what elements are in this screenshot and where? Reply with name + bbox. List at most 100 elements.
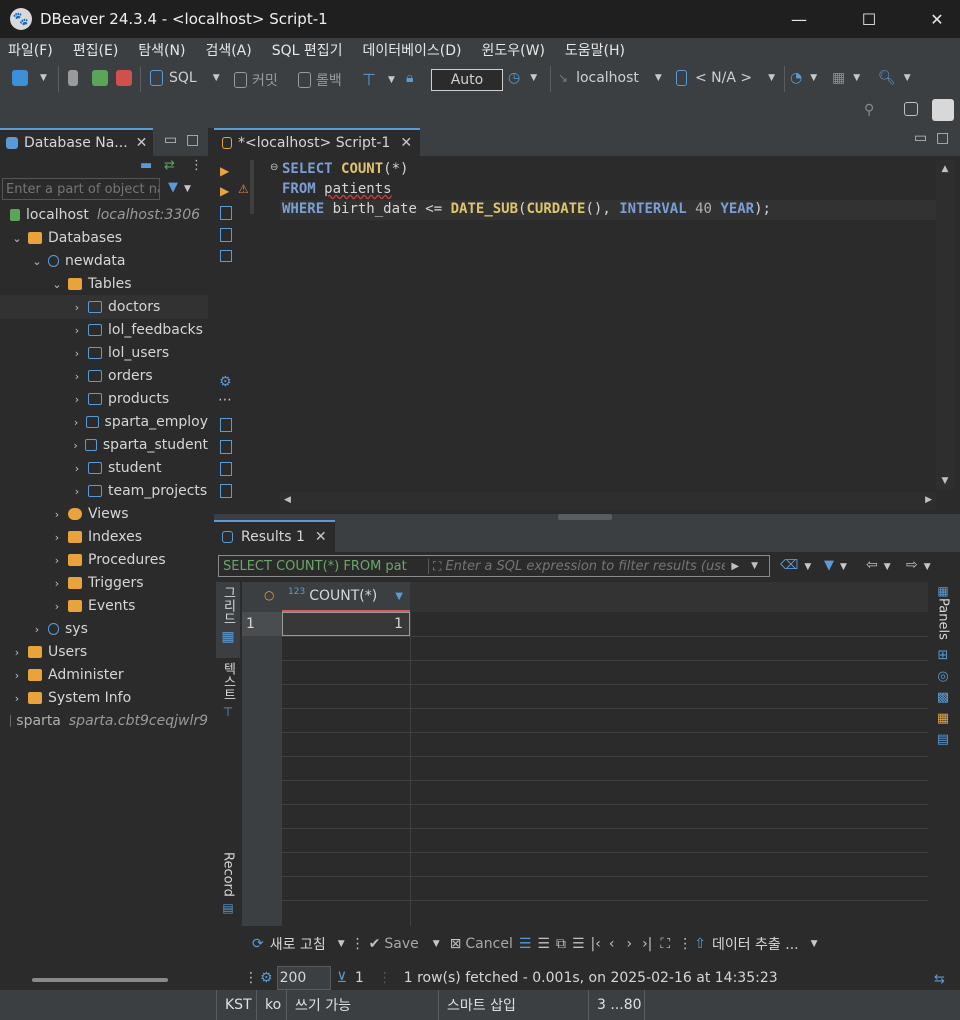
tree-node-administer[interactable]: › Administer <box>10 664 124 686</box>
import-icon[interactable] <box>220 440 232 454</box>
record-view-tab[interactable]: Record ▤ <box>216 852 240 924</box>
close-icon[interactable]: ✕ <box>400 135 412 151</box>
chevron-right-icon[interactable]: › <box>50 554 64 567</box>
history-button[interactable]: ◷ ▼ <box>508 70 537 86</box>
status-locale[interactable]: ko <box>256 990 286 1020</box>
export-data-button[interactable]: 데이터 추출 ... <box>712 934 799 954</box>
menu-search[interactable]: 검색(A) <box>205 40 251 60</box>
tree-node-sys[interactable]: › sys <box>30 618 88 640</box>
disconnect-all-button[interactable] <box>116 70 132 86</box>
collapse-all-icon[interactable]: ▬ <box>140 158 152 173</box>
view-menu-icon[interactable]: ⋮ <box>190 158 203 173</box>
navigator-tab[interactable]: Database Na... ✕ <box>0 128 154 156</box>
panels-toggle[interactable]: ▦ Panels <box>936 584 951 640</box>
chevron-down-icon[interactable]: ⌄ <box>10 232 24 245</box>
tree-node-table[interactable]: › lol_feedbacks <box>70 319 203 341</box>
terminal-icon[interactable] <box>220 250 232 262</box>
tree-node-localhost[interactable]: localhost localhost:3306 <box>8 204 200 226</box>
chevron-right-icon[interactable]: › <box>10 692 24 705</box>
maximize-panel-icon[interactable]: □ <box>936 130 949 146</box>
active-schema-selector[interactable]: < N/A > ▼ <box>676 70 775 86</box>
rollback-button[interactable]: 롤백 <box>298 70 342 90</box>
dashboard-button[interactable]: ◔ ▼ <box>790 70 817 86</box>
value-viewer-icon[interactable]: ▤ <box>937 732 949 747</box>
chevron-right-icon[interactable]: › <box>10 646 24 659</box>
filter-icon[interactable]: ▼ ▼ <box>168 180 191 195</box>
tree-node-table[interactable]: › products <box>70 388 169 410</box>
refresh-button[interactable]: 새로 고침 <box>270 934 326 954</box>
tree-node-system-info[interactable]: › System Info <box>10 687 131 709</box>
text-view-tab[interactable]: 텍스트 ⊤ <box>216 662 240 732</box>
code-line-2[interactable]: FROM patients <box>282 181 392 197</box>
chevron-right-icon[interactable]: › <box>70 416 82 429</box>
erd-button[interactable]: ▦ ▼ <box>832 70 860 86</box>
export-dropdown[interactable]: ▼ <box>811 939 818 949</box>
grid-view-tab[interactable]: 그리드 ▦ <box>216 582 240 658</box>
query-preview[interactable]: SELECT COUNT(*) FROM pat <box>219 558 429 574</box>
copy-row-icon[interactable]: ⧉ <box>556 936 566 952</box>
menu-navigate[interactable]: 탐색(N) <box>138 40 185 60</box>
format-icon[interactable] <box>220 462 232 476</box>
chevron-right-icon[interactable]: › <box>70 301 84 314</box>
row-selector-icon[interactable]: ○ <box>264 588 274 602</box>
chevron-right-icon[interactable]: › <box>70 439 81 452</box>
grouping-icon[interactable]: ▦ <box>937 711 949 726</box>
tree-node-indexes[interactable]: › Indexes <box>50 526 142 548</box>
save-button[interactable]: Save <box>384 936 418 952</box>
tree-node-table[interactable]: › lol_users <box>70 342 169 364</box>
tree-node-table[interactable]: › sparta_employ <box>70 411 208 433</box>
settings-icon[interactable]: ⚙ <box>219 374 232 390</box>
last-page-icon[interactable]: ›| <box>642 936 652 952</box>
chevron-right-icon[interactable]: › <box>10 669 24 682</box>
editor-tab-script-1[interactable]: *<localhost> Script-1 ✕ <box>214 128 421 156</box>
navigator-filter-input[interactable] <box>2 178 160 200</box>
outline-icon[interactable] <box>220 484 232 498</box>
new-connection-button[interactable]: ▼ <box>12 70 47 86</box>
cancel-button[interactable]: Cancel <box>465 936 512 952</box>
tree-node-users[interactable]: › Users <box>10 641 87 663</box>
code-line-1[interactable]: SELECT COUNT(*) <box>282 161 408 177</box>
execute-script-icon[interactable]: ▶ <box>220 184 229 198</box>
minimize-button[interactable]: — <box>776 0 822 38</box>
minimize-panel-icon[interactable]: ▭ <box>914 130 927 146</box>
disconnect-button[interactable] <box>68 70 78 86</box>
results-filter-input[interactable] <box>445 558 726 574</box>
load-plan-icon[interactable] <box>220 228 232 242</box>
restore-layout-icon[interactable]: ⇆ <box>934 972 945 987</box>
menu-file[interactable]: 파일(F) <box>8 40 53 60</box>
chevron-right-icon[interactable]: › <box>50 600 64 613</box>
sort-icon[interactable]: ▼ <box>395 591 403 602</box>
editor-horizontal-scrollbar[interactable]: ◀ ▶ <box>280 492 936 510</box>
arrow-right-icon[interactable]: ⇨ ▼ <box>906 557 931 573</box>
dbeaver-perspective-icon[interactable] <box>932 99 954 121</box>
add-row-icon[interactable]: ☰ <box>537 936 550 952</box>
fetch-next-icon[interactable]: ⊻ <box>337 970 347 986</box>
perspective-open-icon[interactable] <box>904 102 918 116</box>
tree-node-table[interactable]: › student <box>70 457 162 479</box>
close-icon[interactable]: ✕ <box>136 135 148 151</box>
code-line-3[interactable]: WHERE birth_date <= DATE_SUB(CURDATE(), … <box>282 201 771 217</box>
next-page-icon[interactable]: › <box>626 936 632 952</box>
explain-plan-icon[interactable] <box>220 206 232 220</box>
calculator-icon[interactable]: ◎ <box>937 669 948 684</box>
filter-history-dropdown[interactable]: ▼ <box>751 561 758 571</box>
arrow-left-icon[interactable]: ⇦ ▼ <box>866 557 891 573</box>
active-connection-selector[interactable]: ↘ localhost ▼ <box>558 70 662 86</box>
close-window-button[interactable]: ✕ <box>914 0 960 38</box>
maximize-button[interactable]: ☐ <box>846 0 892 38</box>
delete-row-icon[interactable]: ☰ <box>572 936 585 952</box>
transaction-mode-button[interactable]: ⊤ ▼ <box>362 70 395 89</box>
menu-database[interactable]: 데이터베이스(D) <box>363 40 462 60</box>
fetch-size-input[interactable] <box>276 966 331 990</box>
properties-icon[interactable]: ⊞ <box>938 648 949 663</box>
tree-node-sparta[interactable]: sparta sparta.cbt9ceqjwlr9 <box>8 710 208 732</box>
result-cell-count[interactable]: 1 <box>282 612 410 636</box>
eraser-icon[interactable]: ⌫ ▼ <box>780 558 811 573</box>
commit-button[interactable]: 커밋 <box>234 70 278 90</box>
tree-node-triggers[interactable]: › Triggers <box>50 572 144 594</box>
expand-filter-icon[interactable]: ⛶ <box>433 559 441 574</box>
tree-node-table[interactable]: › team_projects <box>70 480 208 502</box>
chevron-down-icon[interactable]: ⌄ <box>50 278 64 291</box>
chevron-right-icon[interactable]: › <box>70 485 84 498</box>
tree-node-table[interactable]: › doctors <box>70 296 160 318</box>
